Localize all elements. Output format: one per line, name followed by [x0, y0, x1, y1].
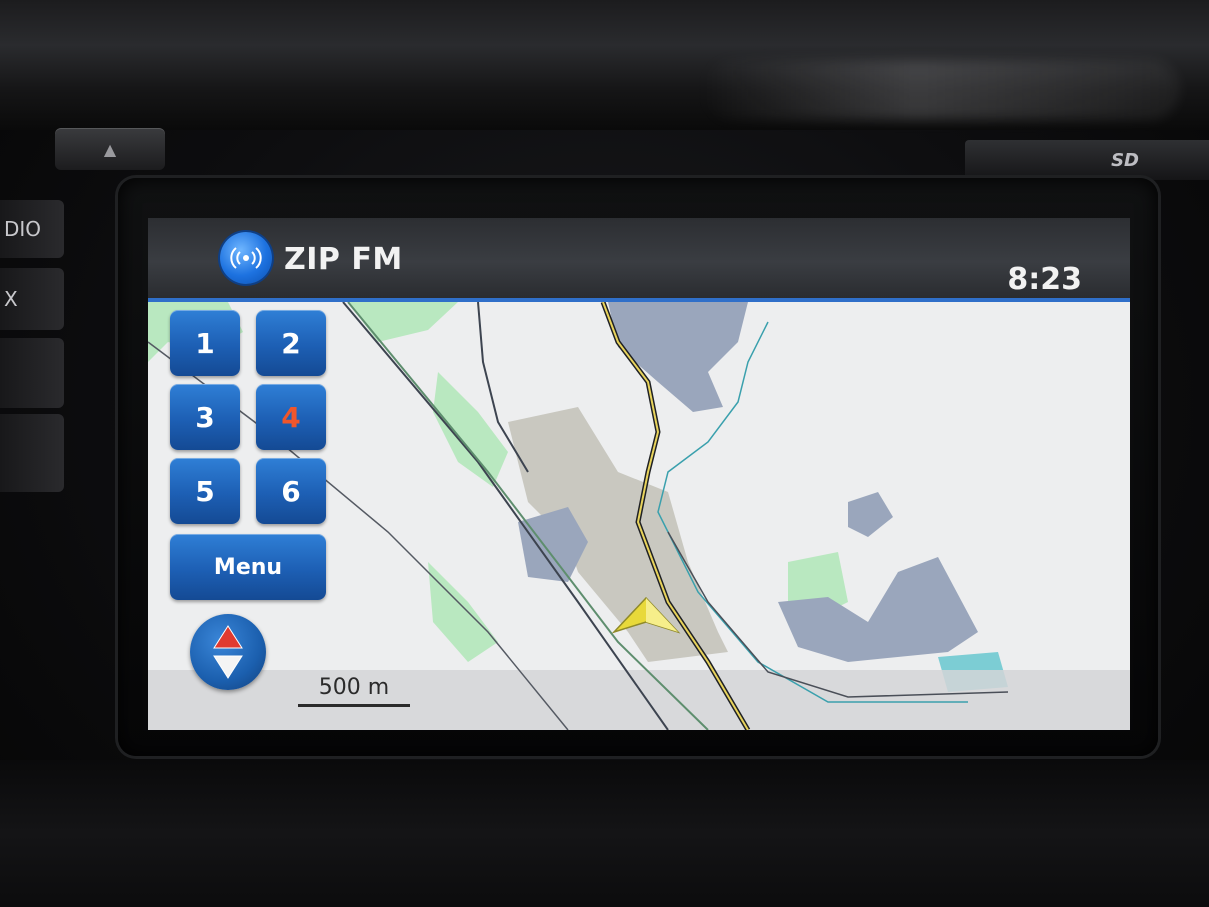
aux-hard-button[interactable]: X: [0, 268, 64, 330]
eject-button[interactable]: ▲: [55, 128, 165, 170]
preset-label: 6: [281, 474, 301, 508]
infotainment-screen: ZIP FM 8:23 1 2 3 4 5 6 Menu 500 m: [148, 218, 1130, 730]
preset-button-3[interactable]: 3: [170, 384, 240, 450]
station-name: ZIP FM: [284, 242, 403, 277]
status-bar: ZIP FM 8:23: [148, 218, 1130, 302]
preset-button-5[interactable]: 5: [170, 458, 240, 524]
dashboard-bottom-bezel: [0, 760, 1209, 907]
menu-label: Menu: [213, 554, 283, 580]
sd-label: SD: [1111, 149, 1139, 171]
side-hard-button[interactable]: [0, 338, 64, 408]
scale-label: 500 m: [318, 675, 390, 700]
preset-label: 5: [195, 474, 215, 508]
zoom-up-down-icon: [213, 625, 243, 679]
map-scale: 500 m: [298, 675, 410, 711]
preset-label: 1: [195, 326, 215, 360]
car-dashboard: ▲ SD DIO X ZIP FM 8:23 1 2 3 4 5 6 Menu …: [0, 0, 1209, 907]
zoom-button[interactable]: [190, 614, 266, 690]
menu-button[interactable]: Menu: [170, 534, 326, 600]
preset-button-2[interactable]: 2: [256, 310, 326, 376]
preset-button-6[interactable]: 6: [256, 458, 326, 524]
bezel-glare: [700, 60, 1180, 120]
radio-broadcast-icon[interactable]: [220, 232, 272, 284]
preset-button-4[interactable]: 4: [256, 384, 326, 450]
preset-label: 4: [281, 400, 301, 434]
preset-label: 3: [195, 400, 215, 434]
side-hard-button[interactable]: [0, 414, 64, 492]
preset-label: 2: [281, 326, 301, 360]
sd-card-slot[interactable]: SD: [965, 140, 1209, 180]
preset-button-1[interactable]: 1: [170, 310, 240, 376]
audio-hard-button[interactable]: DIO: [0, 200, 64, 258]
audio-button-label: DIO: [4, 217, 42, 241]
aux-button-label: X: [4, 287, 18, 311]
eject-icon: ▲: [103, 139, 117, 159]
scale-line: [298, 704, 410, 707]
clock: 8:23: [1007, 262, 1082, 297]
